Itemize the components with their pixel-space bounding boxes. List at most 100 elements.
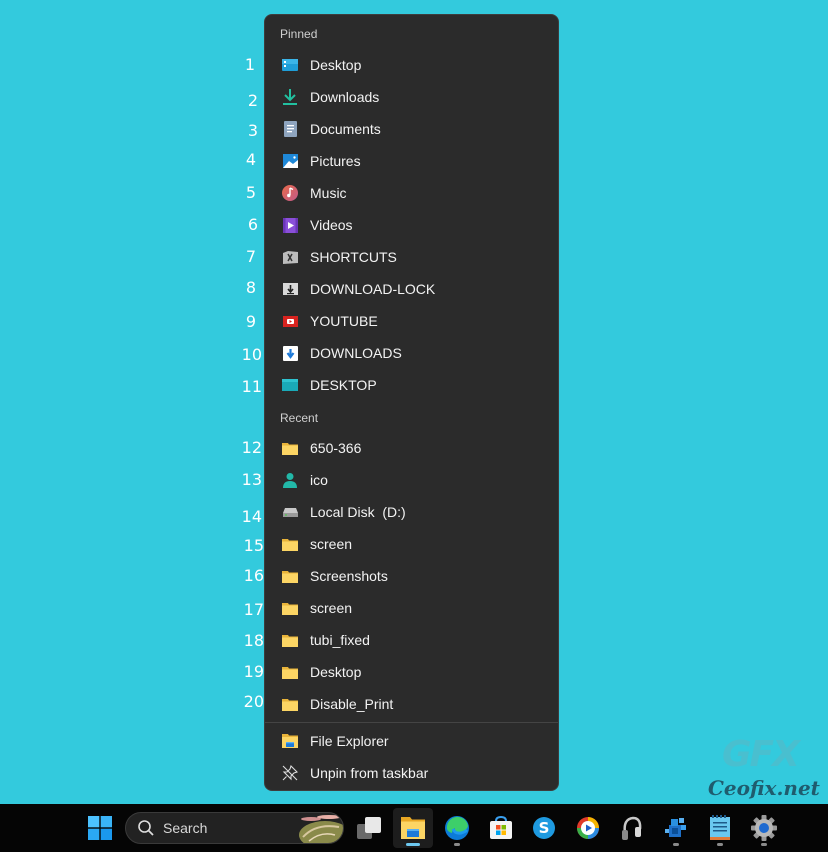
pinned-section-label: Pinned [280,27,318,41]
pinned-item-music[interactable]: Music [269,178,554,208]
recent-item[interactable]: screen [269,529,554,559]
recent-item[interactable]: tubi_fixed [269,625,554,655]
recent-item[interactable]: Disable_Print [269,689,554,719]
pinned-item-videos[interactable]: Videos [269,210,554,240]
teal-folder-icon [281,376,299,394]
pinned-item-desktop[interactable]: Desktop [269,50,554,80]
watermark-site: Ceofix.net [708,776,820,800]
unpin-icon [281,764,299,782]
drive-icon [281,503,299,521]
folder-icon [281,663,299,681]
row-number: 3 [247,121,258,140]
taskbar-notepad[interactable] [700,808,740,848]
row-number: 18 [243,631,264,650]
row-number: 13 [241,470,262,489]
folder-icon [281,439,299,457]
file-explorer-jump-list: Pinned Desktop Downloads Documents Pictu… [264,14,559,791]
watermark-logo: GFX [722,734,800,775]
pinned-item-pictures[interactable]: Pictures [269,146,554,176]
pinned-item-desktop-folder[interactable]: DESKTOP [269,370,554,400]
videos-icon [281,216,299,234]
microsoft-store-icon [490,816,512,839]
row-number: 16 [243,566,264,585]
pinned-item-youtube[interactable]: YOUTUBE [269,306,554,336]
downloads-folder-icon [281,344,299,362]
folder-icon [281,631,299,649]
row-number: 20 [243,692,264,711]
item-label: ico [310,472,328,488]
taskbar-search-box[interactable]: Search [125,812,344,844]
item-label: SHORTCUTS [310,249,397,265]
youtube-folder-icon [281,312,299,330]
item-label: File Explorer [310,733,389,749]
row-number: 1 [244,55,255,74]
item-label: DOWNLOADS [310,345,402,361]
pinned-item-shortcuts[interactable]: SHORTCUTS [269,242,554,272]
taskbar-media-player[interactable] [568,808,608,848]
item-label: Unpin from taskbar [310,765,429,781]
notepad-icon [710,815,730,840]
row-number: 7 [245,247,256,266]
skype-icon: S [533,817,555,839]
virtualbox-icon [665,818,686,837]
item-label: tubi_fixed [310,632,370,648]
pinned-item-downloads-folder[interactable]: DOWNLOADS [269,338,554,368]
recent-item[interactable]: screen [269,593,554,623]
unpin-from-taskbar-button[interactable]: Unpin from taskbar [269,758,554,788]
item-label: screen [310,536,353,552]
item-label: Screenshots [310,568,388,584]
item-label: screen [310,600,353,616]
taskbar-microsoft-store[interactable] [481,808,521,848]
task-view-button[interactable] [349,808,389,848]
taskbar-virtualbox[interactable] [656,808,696,848]
open-file-explorer-button[interactable]: File Explorer [269,726,554,756]
pinned-item-download-lock[interactable]: DOWNLOAD-LOCK [269,274,554,304]
edge-icon [445,816,469,840]
running-indicator [454,843,460,846]
document-icon [281,120,299,138]
taskbar-audio-app[interactable] [612,808,652,848]
download-arrow-icon [281,88,299,106]
running-indicator [717,843,723,846]
row-number: 2 [247,91,258,110]
recent-item[interactable]: ico [269,465,554,495]
row-number: 17 [243,600,264,619]
row-number: 4 [245,150,256,169]
file-explorer-icon [281,732,299,750]
running-indicator [673,843,679,846]
desktop-icon [281,56,299,74]
row-number: 19 [243,662,264,681]
item-label: Downloads [310,89,380,105]
item-label: 650-366 [310,440,362,456]
row-number: 15 [243,536,264,555]
folder-icon [281,599,299,617]
svg-text:S: S [539,819,550,837]
row-number: 11 [241,377,262,396]
row-number: 6 [247,215,258,234]
media-player-icon [577,817,599,839]
recent-item[interactable]: Desktop [269,657,554,687]
taskbar-skype[interactable]: S [524,808,564,848]
running-indicator [761,843,767,846]
taskbar-file-explorer[interactable] [393,808,433,848]
recent-item[interactable]: Screenshots [269,561,554,591]
row-number: 12 [241,438,262,457]
gear-icon [751,815,777,841]
search-placeholder: Search [163,820,208,836]
taskbar-settings[interactable] [744,808,784,848]
taskbar-edge[interactable] [437,808,477,848]
item-label: Documents [310,121,381,137]
music-icon [281,184,299,202]
recent-item[interactable]: 650-366 [269,433,554,463]
row-number: 5 [245,183,256,202]
recent-item[interactable]: Local Disk (D:) [269,497,554,527]
pinned-item-downloads[interactable]: Downloads [269,82,554,112]
search-highlight-image [299,815,343,843]
windows-logo-icon [88,816,112,840]
file-explorer-icon [401,817,425,839]
pinned-item-documents[interactable]: Documents [269,114,554,144]
start-button[interactable] [80,808,120,848]
folder-icon [281,695,299,713]
headphones-icon [622,816,642,840]
item-label: YOUTUBE [310,313,378,329]
